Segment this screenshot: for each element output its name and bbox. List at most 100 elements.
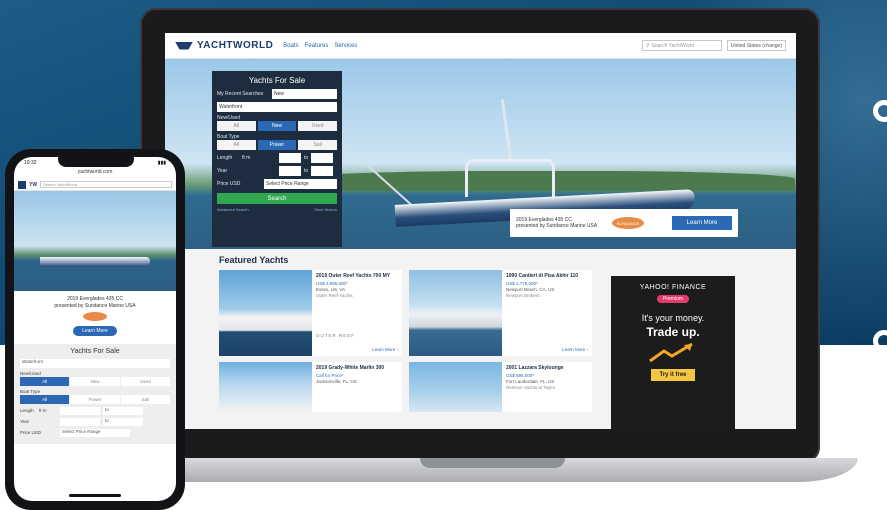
featured-promo: 2019 Everglades 435 CC presented by Sund… (510, 209, 738, 237)
yacht-price: Call for Price* (316, 373, 344, 378)
site-header: YACHTWORLD Boats Features Services ⚲ Sea… (165, 33, 796, 59)
phone-price-select[interactable]: Select Price Range (60, 429, 130, 437)
nav-link-services[interactable]: Services (334, 43, 357, 49)
phone-promo-subtitle: presented by Sundance Marine USA (54, 302, 136, 309)
logo-text: YACHTWORLD (197, 40, 274, 51)
phone-year-min[interactable] (60, 418, 100, 426)
year-max-input[interactable] (311, 166, 334, 176)
search-button[interactable]: Search (217, 193, 337, 204)
phone-sundance-logo (83, 312, 107, 321)
price-range-select[interactable]: Select Price Range (264, 179, 337, 189)
boat-tower (500, 99, 513, 161)
yacht-name[interactable]: 2019 Outer Reef Yachts 700 MY (316, 273, 398, 279)
yacht-name[interactable]: 2019 Grady-White Marlin 300 (316, 365, 398, 371)
yacht-card[interactable]: 2019 Outer Reef Yachts 700 MY US$ 3,995,… (219, 270, 402, 356)
yacht-photo[interactable] (409, 362, 502, 412)
phone-logo[interactable]: YW (29, 182, 37, 188)
phone-notch (58, 157, 134, 167)
learn-more-link[interactable]: Learn More › (562, 347, 588, 352)
condition-all[interactable]: All (217, 121, 256, 131)
yacht-photo[interactable] (409, 270, 502, 356)
phone-search-input[interactable]: Search YachtWorld (40, 181, 172, 188)
phone-boat-hull (40, 257, 150, 267)
boat-type-all[interactable]: All (217, 140, 256, 150)
yacht-photo[interactable] (219, 270, 312, 356)
location-input[interactable]: Waterfront (217, 102, 337, 112)
phone-year-max[interactable]: to (103, 418, 143, 426)
locale-selector[interactable]: United States (change) (726, 40, 786, 51)
phone-learn-more-button[interactable]: Learn More (73, 326, 117, 336)
yachtworld-logo-icon (175, 41, 193, 50)
phone-promo-caption: 2019 Everglades 435 CC presented by Sund… (14, 296, 176, 309)
phone-length-min[interactable] (60, 407, 100, 415)
phone-length-max[interactable]: to (103, 407, 143, 415)
phone-boat-type-all[interactable]: All (20, 395, 70, 404)
menu-icon[interactable] (18, 180, 26, 189)
phone-condition-all[interactable]: All (20, 377, 70, 386)
condition-new[interactable]: New (257, 121, 297, 131)
recent-searches-select[interactable]: New (272, 89, 337, 99)
length-min-input[interactable] (279, 153, 301, 163)
nav-link-features[interactable]: Features (305, 43, 329, 49)
yacht-card[interactable]: 1990 Cantieri di Pisa Akhir 110 US$ 1,77… (409, 270, 592, 356)
boat-type-sail[interactable]: Sail (298, 140, 338, 150)
year-min-input[interactable] (279, 166, 301, 176)
yacht-broker: Newport Brokers (506, 293, 540, 298)
save-search-link[interactable]: Save Search (314, 207, 337, 212)
boat-type-toggle: All Power Sail (217, 140, 338, 150)
yacht-name[interactable]: 1990 Cantieri di Pisa Akhir 110 (506, 273, 588, 279)
yacht-location: Fort Lauderdale, FL, US (506, 379, 555, 384)
yacht-price: US$ 595,000* (506, 373, 535, 378)
length-to-label: to (304, 155, 309, 161)
phone-location-input[interactable]: Waterfront (20, 359, 170, 368)
main-nav: Boats Features Services (283, 43, 357, 49)
featured-yachts-section: Featured Yachts 2019 Outer Reef Yachts 7… (165, 249, 796, 429)
featured-yachts-title: Featured Yachts (219, 255, 289, 265)
decorative-circle (873, 330, 887, 352)
condition-used[interactable]: Used (298, 121, 338, 131)
yacht-broker: Denison Yachts at Taylor (506, 385, 556, 390)
phone-boat-type-toggle: All Power Sail (20, 395, 170, 404)
yacht-card[interactable]: 2001 Lazzara Skylounge US$ 595,000* Fort… (409, 362, 592, 412)
phone-condition-new[interactable]: New (70, 377, 120, 386)
year-to-label: to (304, 168, 309, 174)
site-search-input[interactable]: ⚲ Search YachtWorld (641, 40, 722, 51)
ad-brand: YAHOO! FINANCE (639, 284, 707, 291)
yacht-card[interactable]: 2019 Grady-White Marlin 300 Call for Pri… (219, 362, 402, 412)
phone-boat-type-power[interactable]: Power (70, 395, 120, 404)
phone-url-bar[interactable]: yachtworld.com (14, 169, 176, 179)
advanced-search-link[interactable]: Advanced Search (217, 207, 249, 212)
phone-site-header: YW Search YachtWorld (14, 179, 176, 191)
yacht-price: US$ 3,995,000* (316, 281, 348, 286)
phone-boat-type-sail[interactable]: Sail (120, 395, 170, 404)
yacht-name[interactable]: 2001 Lazzara Skylounge (506, 365, 588, 371)
nav-link-boats[interactable]: Boats (283, 43, 298, 49)
phone-condition-used[interactable]: Used (120, 377, 170, 386)
price-label: Price USD (217, 181, 241, 187)
phone-length-units[interactable]: ft m (39, 408, 57, 413)
phone-home-indicator (69, 494, 121, 497)
length-max-input[interactable] (311, 153, 334, 163)
locale-label: United States (change) (730, 42, 782, 49)
advertisement[interactable]: YAHOO! FINANCE Premium It's your money. … (611, 276, 735, 429)
boat-cabin (465, 159, 555, 197)
year-label: Year (217, 168, 228, 174)
chevron-right-icon: › (586, 347, 589, 352)
laptop-screen: YACHTWORLD Boats Features Services ⚲ Sea… (165, 33, 796, 429)
boat-type-power[interactable]: Power (257, 140, 297, 150)
length-units-toggle[interactable]: ft m (242, 155, 276, 161)
ad-cta-button[interactable]: Try it free (651, 369, 695, 381)
promo-learn-more-button[interactable]: Learn More (672, 216, 732, 230)
yacht-photo[interactable] (219, 362, 312, 412)
phone-condition-toggle: All New Used (20, 377, 170, 386)
yacht-location: Essex, US, VA (316, 287, 346, 292)
site-logo[interactable]: YACHTWORLD (175, 40, 273, 51)
ad-tagline: Trade up. (646, 325, 699, 339)
phone-form-title: Yachts For Sale (70, 348, 120, 355)
learn-more-link[interactable]: Learn More › (372, 347, 398, 352)
yacht-broker: Outer Reef Yachts (316, 293, 353, 298)
phone-price-label: Price USD (20, 430, 42, 435)
ad-headline: It's your money. (641, 313, 705, 323)
trend-arrow-icon (649, 342, 693, 363)
search-panel-title: Yachts For Sale (248, 76, 306, 85)
